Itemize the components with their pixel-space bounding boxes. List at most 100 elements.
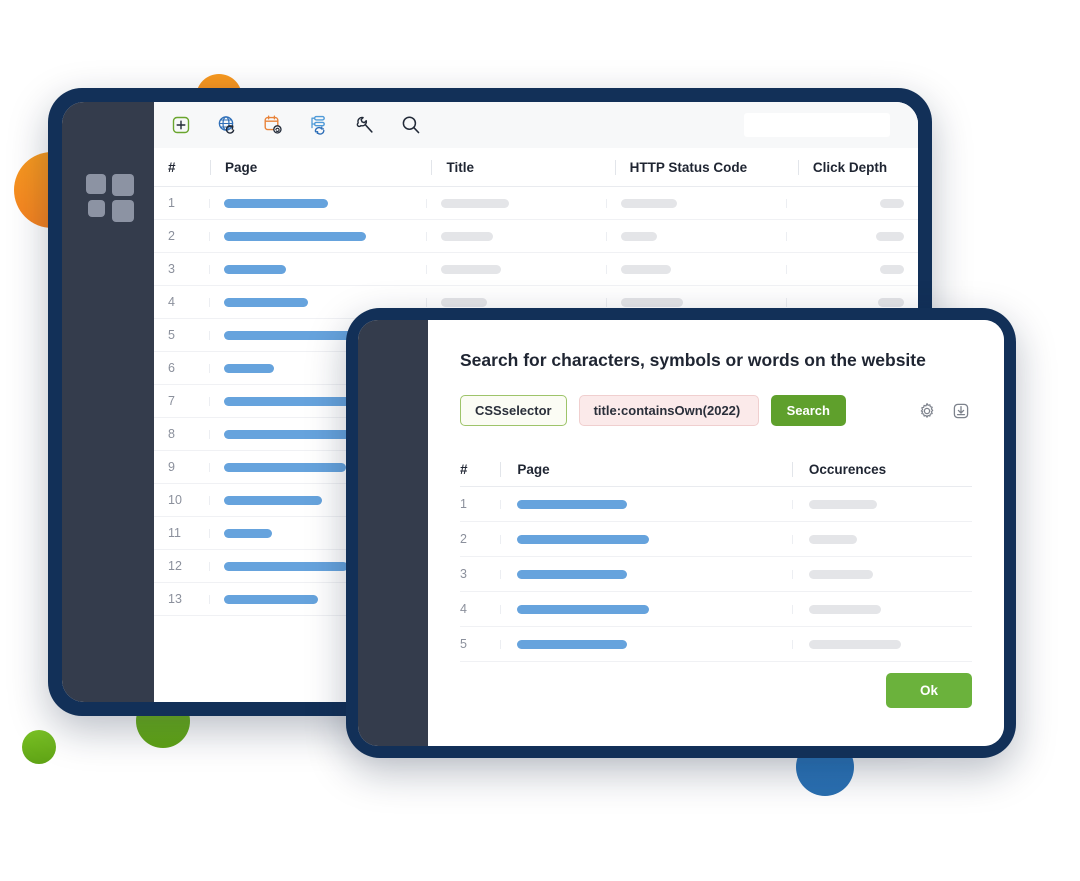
modal-title: Search for characters, symbols or words … [460, 350, 926, 370]
row-depth-cell [786, 297, 918, 307]
row-title-cell [426, 231, 606, 241]
row-number: 12 [168, 559, 182, 573]
http-placeholder-bar [621, 264, 672, 274]
row-number: 2 [168, 229, 175, 243]
modal-col-header-number: # [460, 461, 468, 477]
occurrences-table: # Page Occurences 1 2 3 4 5 [460, 452, 972, 662]
row-number: 3 [168, 262, 175, 276]
gear-icon[interactable] [916, 400, 938, 422]
row-page-cell [500, 639, 792, 649]
page-placeholder-bar [224, 594, 319, 604]
row-http-cell [606, 231, 786, 241]
table-row[interactable]: 4 [460, 592, 972, 627]
table-row[interactable]: 3 [154, 253, 918, 286]
title-placeholder-bar [441, 264, 502, 274]
row-page-cell [209, 198, 426, 208]
row-page-cell [209, 231, 426, 241]
pages-table-header: # Page Title HTTP Status Code Click Dept… [154, 148, 918, 187]
table-row[interactable]: 1 [154, 187, 918, 220]
page-placeholder-bar [224, 297, 309, 307]
table-row[interactable]: 1 [460, 487, 972, 522]
row-occurrences-cell [791, 639, 972, 649]
page-placeholder-bar [224, 363, 275, 373]
page-placeholder-bar [517, 604, 650, 614]
ok-button[interactable]: Ok [885, 673, 972, 708]
row-title-cell [426, 264, 606, 274]
page-placeholder-bar [517, 569, 628, 579]
css-selector-button[interactable]: CSSselector [460, 395, 567, 426]
row-number: 4 [460, 602, 467, 616]
download-icon[interactable] [950, 400, 972, 422]
table-row[interactable]: 2 [460, 522, 972, 557]
table-row[interactable]: 2 [154, 220, 918, 253]
row-title-cell [426, 297, 606, 307]
row-occurrences-cell [791, 604, 972, 614]
search-icon[interactable] [398, 112, 424, 138]
row-number: 2 [460, 532, 467, 546]
page-placeholder-bar [224, 231, 367, 241]
row-http-cell [606, 198, 786, 208]
page-placeholder-bar [224, 429, 351, 439]
row-page-cell [500, 604, 792, 614]
row-number: 5 [168, 328, 175, 342]
modal-col-header-page: Page [500, 461, 792, 477]
depth-placeholder-bar [879, 198, 904, 208]
row-number: 3 [460, 567, 467, 581]
add-icon[interactable] [168, 112, 194, 138]
occurrences-placeholder-bar [808, 569, 873, 579]
row-occurrences-cell [791, 534, 972, 544]
table-row[interactable]: 3 [460, 557, 972, 592]
sitemap-sync-icon[interactable] [306, 112, 332, 138]
http-placeholder-bar [621, 231, 658, 241]
row-number: 10 [168, 493, 182, 507]
row-number: 13 [168, 592, 182, 606]
row-number: 9 [168, 460, 175, 474]
col-header-click-depth: Click Depth [797, 159, 918, 175]
page-placeholder-bar [224, 495, 323, 505]
table-row[interactable]: 5 [460, 627, 972, 662]
depth-placeholder-bar [877, 297, 904, 307]
modal-col-header-occurrences: Occurences [791, 461, 972, 477]
page-placeholder-bar [224, 264, 287, 274]
search-button[interactable]: Search [770, 395, 846, 426]
app-grid-logo [86, 174, 134, 222]
row-number: 11 [168, 526, 181, 540]
row-number: 5 [460, 637, 467, 651]
toolbar-search-input[interactable] [744, 113, 890, 137]
occurrences-placeholder-bar [808, 534, 857, 544]
row-page-cell [209, 264, 426, 274]
decorative-green-circle-small [22, 730, 56, 764]
row-depth-cell [786, 231, 918, 241]
http-placeholder-bar [621, 198, 678, 208]
main-toolbar [154, 102, 918, 148]
http-placeholder-bar [621, 297, 684, 307]
row-page-cell [500, 569, 792, 579]
modal-screen: Search for characters, symbols or words … [428, 320, 1004, 746]
search-modal-window: Search for characters, symbols or words … [346, 308, 1016, 758]
title-placeholder-bar [441, 231, 494, 241]
page-placeholder-bar [224, 528, 273, 538]
page-placeholder-bar [224, 462, 347, 472]
row-http-cell [606, 264, 786, 274]
row-number: 4 [168, 295, 175, 309]
title-placeholder-bar [441, 198, 510, 208]
row-occurrences-cell [791, 499, 972, 509]
page-placeholder-bar [224, 198, 329, 208]
col-header-number: # [168, 159, 176, 175]
row-depth-cell [786, 198, 918, 208]
globe-refresh-icon[interactable] [214, 112, 240, 138]
page-placeholder-bar [224, 396, 355, 406]
modal-sidebar [358, 320, 428, 746]
page-placeholder-bar [224, 330, 353, 340]
wrench-icon[interactable] [352, 112, 378, 138]
row-page-cell [500, 499, 792, 509]
main-sidebar [62, 102, 154, 702]
occurrences-placeholder-bar [808, 604, 881, 614]
search-query-input[interactable]: title:containsOwn(2022) [578, 395, 759, 426]
row-number: 1 [168, 196, 175, 210]
page-placeholder-bar [517, 534, 650, 544]
row-number: 1 [460, 497, 467, 511]
calendar-refresh-icon[interactable] [260, 112, 286, 138]
col-header-page: Page [210, 159, 431, 175]
page-placeholder-bar [517, 639, 628, 649]
